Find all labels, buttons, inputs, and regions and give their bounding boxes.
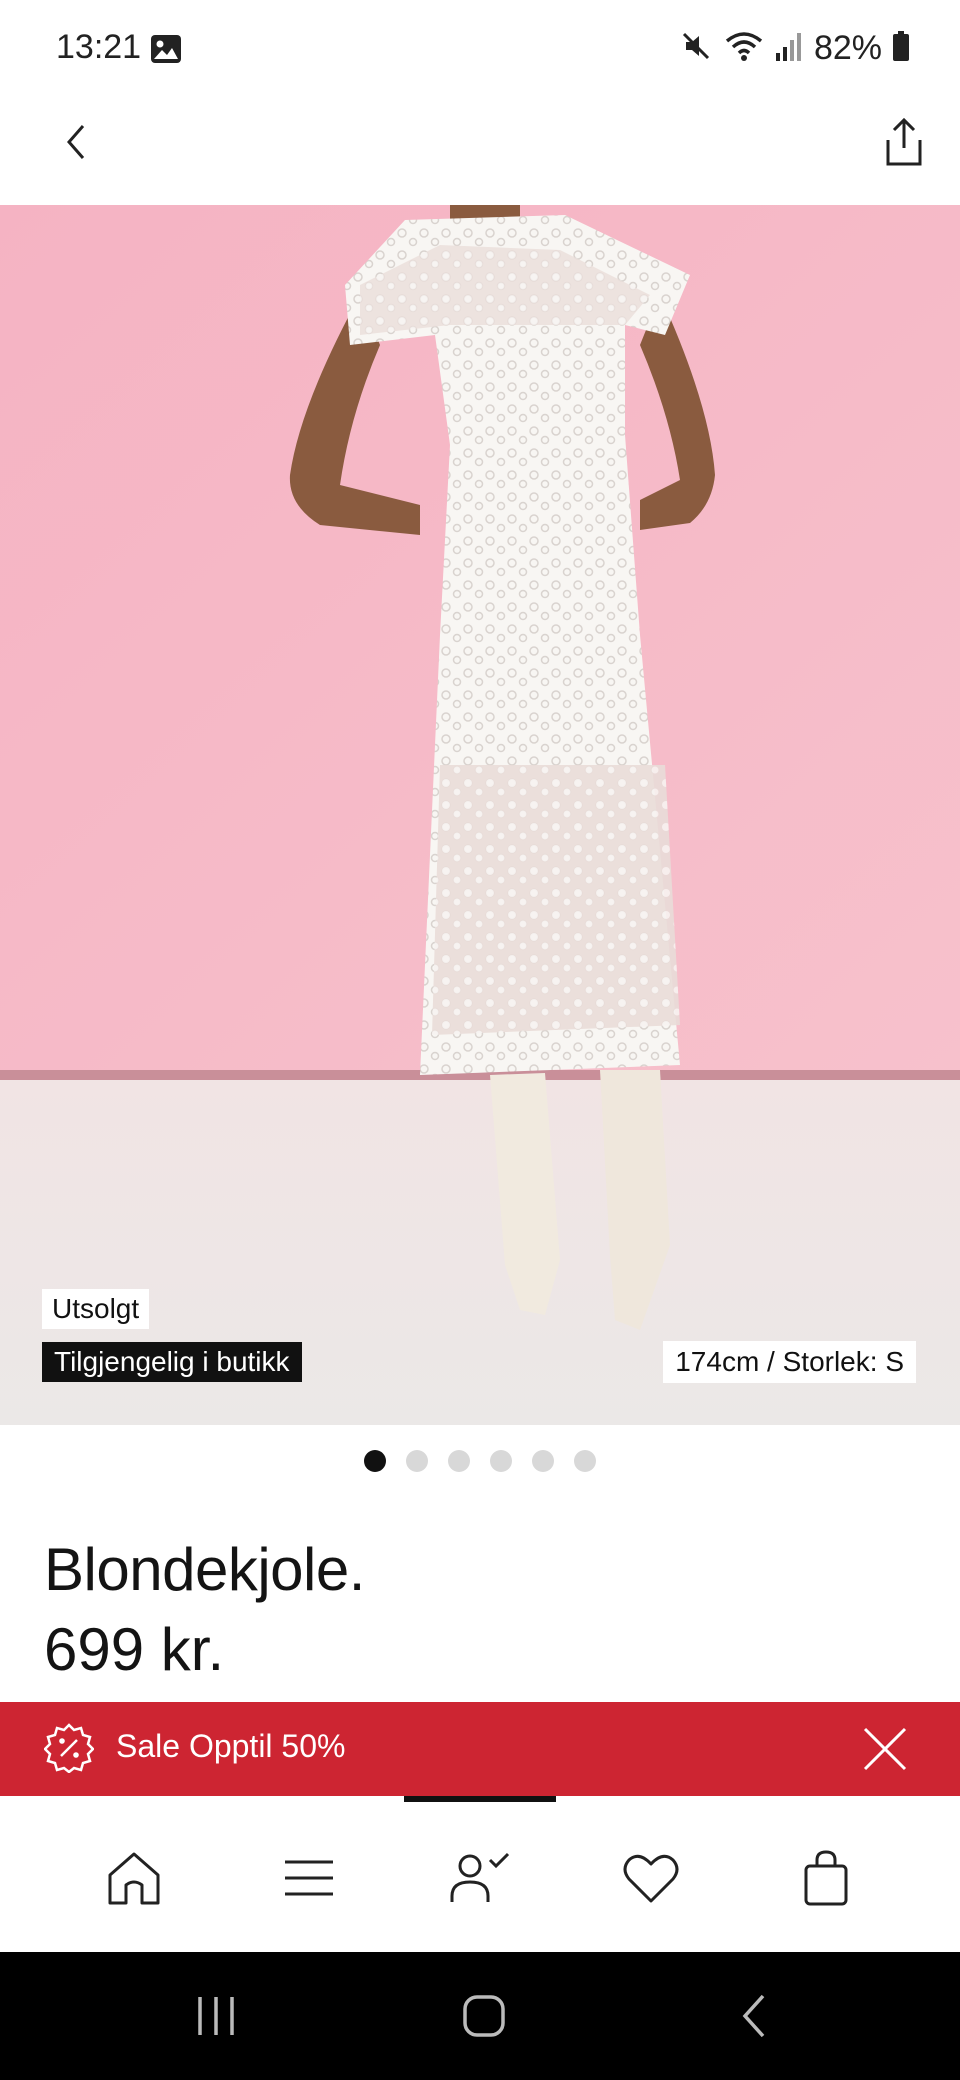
sale-banner-text: Sale Opptil 50% xyxy=(116,1728,346,1764)
product-title: Blondekjole. xyxy=(44,1536,365,1603)
carousel-dot[interactable] xyxy=(364,1450,386,1472)
recents-button[interactable] xyxy=(184,1986,248,2046)
menu-icon xyxy=(285,1860,333,1896)
nav-favorites[interactable] xyxy=(617,1844,685,1912)
battery-percent: 82% xyxy=(813,28,882,67)
in-store-badge: Tilgjengelig i butikk xyxy=(42,1342,302,1382)
photo-icon xyxy=(150,34,182,64)
product-image[interactable] xyxy=(0,205,960,1425)
wifi-icon xyxy=(724,29,764,68)
close-icon xyxy=(863,1727,907,1771)
carousel-dot[interactable] xyxy=(406,1450,428,1472)
system-back-button[interactable] xyxy=(722,1986,786,2046)
account-icon xyxy=(450,1852,510,1902)
nav-account[interactable] xyxy=(446,1844,514,1912)
status-time: 13:21 xyxy=(56,28,142,66)
signal-icon xyxy=(774,29,804,68)
nav-home[interactable] xyxy=(100,1844,168,1912)
mute-icon xyxy=(680,29,714,68)
carousel-dot[interactable] xyxy=(574,1450,596,1472)
nav-cart[interactable] xyxy=(792,1844,860,1912)
back-icon xyxy=(742,1994,765,2038)
back-button[interactable] xyxy=(52,118,100,166)
product-photo xyxy=(0,205,960,1425)
home-circle-icon xyxy=(463,1995,505,2037)
recents-icon xyxy=(198,1997,234,2035)
product-price: 699 kr. xyxy=(44,1616,225,1683)
status-icons: 82% xyxy=(680,26,910,70)
model-size-badge: 174cm / Storlek: S xyxy=(663,1341,916,1383)
share-button[interactable] xyxy=(876,114,932,170)
top-nav xyxy=(0,100,960,205)
carousel-dot[interactable] xyxy=(532,1450,554,1472)
image-carousel-dots xyxy=(0,1450,960,1474)
home-icon xyxy=(108,1852,160,1905)
active-tab-indicator xyxy=(404,1796,556,1802)
sale-close-button[interactable] xyxy=(858,1722,912,1776)
discount-badge-icon xyxy=(43,1723,95,1774)
carousel-dot[interactable] xyxy=(448,1450,470,1472)
chevron-left-icon xyxy=(67,125,85,159)
share-icon xyxy=(886,117,922,166)
heart-icon xyxy=(623,1854,679,1903)
bag-icon xyxy=(804,1850,848,1906)
carousel-dot[interactable] xyxy=(490,1450,512,1472)
soldout-badge: Utsolgt xyxy=(42,1289,150,1329)
system-home-button[interactable] xyxy=(452,1986,516,2046)
battery-icon xyxy=(892,30,910,67)
nav-menu[interactable] xyxy=(275,1844,343,1912)
